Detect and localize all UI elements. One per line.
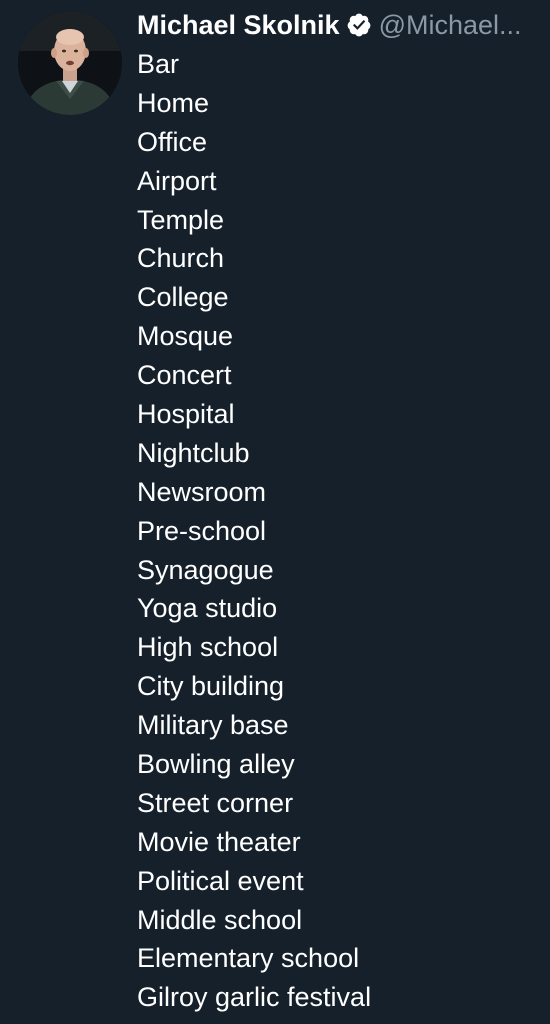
list-item: Hospital [137, 399, 235, 430]
list-item: Bowling alley [137, 749, 295, 780]
list-item: City building [137, 671, 285, 702]
list-item: High school [137, 632, 279, 663]
list-item: Church [137, 243, 225, 274]
verified-badge-icon [346, 12, 372, 38]
list-item: Home [137, 87, 210, 118]
list-item: Pre-school [137, 515, 267, 546]
list-item: Movie theater [137, 826, 301, 857]
list-item: Street corner [137, 787, 294, 818]
author-display-name[interactable]: Michael Skolnik [137, 10, 340, 41]
list-item: Newsroom [137, 476, 267, 507]
list-item: College [137, 282, 229, 313]
list-item: Airport [137, 165, 217, 196]
list-item: Bar [137, 49, 180, 79]
profile-photo-icon [18, 11, 122, 115]
list-item: Mosque [137, 321, 234, 352]
list-item: Middle school [137, 904, 303, 935]
tweet-header: Michael Skolnik @Michael... [137, 7, 550, 43]
list-item: Political event [137, 865, 304, 896]
avatar[interactable] [18, 11, 122, 115]
tweet-text-list: Bar Home Office Airport Temple Church Co… [137, 45, 371, 1017]
list-item: Gilroy garlic festival [137, 982, 372, 1013]
list-item: Concert [137, 360, 232, 391]
list-item: Military base [137, 710, 289, 741]
list-item: Office [137, 126, 208, 157]
list-item: Nightclub [137, 437, 250, 468]
list-item: Synagogue [137, 554, 274, 585]
list-item: Yoga studio [137, 593, 278, 624]
author-handle[interactable]: @Michael... [379, 10, 522, 41]
list-item: Temple [137, 204, 225, 235]
list-item: Elementary school [137, 943, 360, 974]
tweet: Michael Skolnik @Michael... Bar Home Off… [0, 0, 550, 1024]
